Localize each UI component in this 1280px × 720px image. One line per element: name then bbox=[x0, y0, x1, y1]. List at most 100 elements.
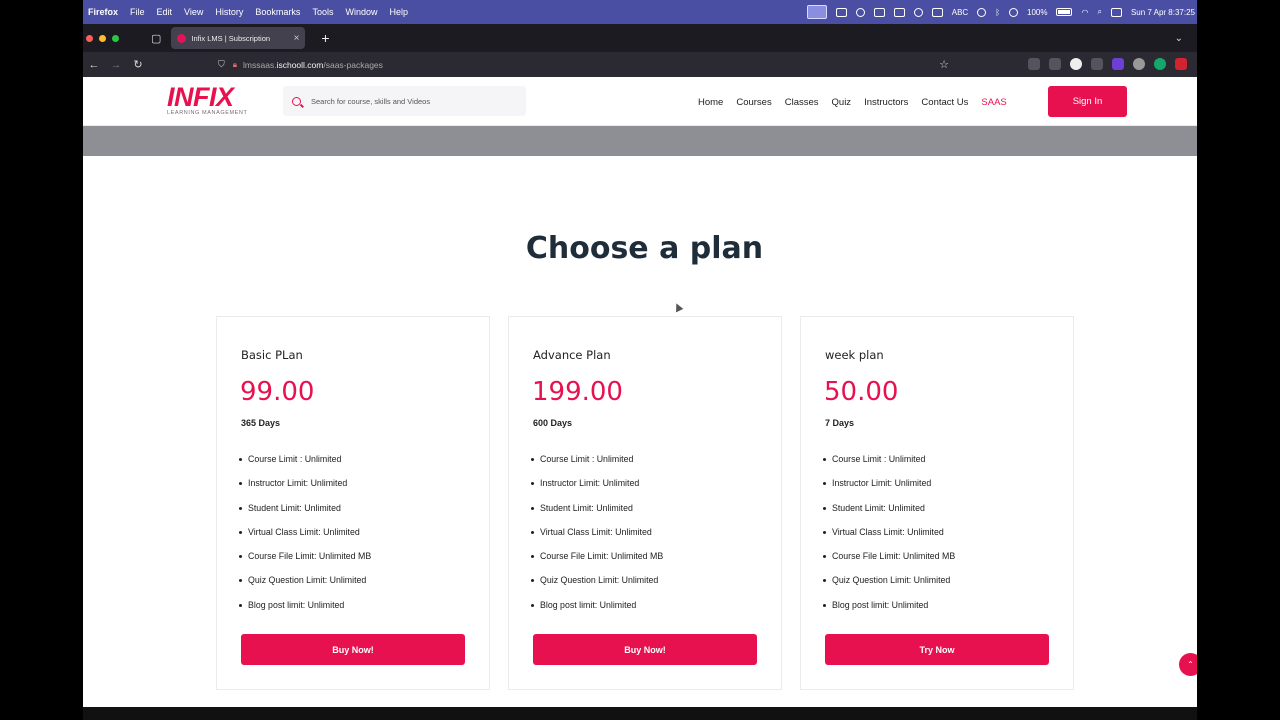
camera-icon[interactable] bbox=[835, 7, 847, 17]
feature-item: Student Limit: Unlimited bbox=[823, 503, 955, 527]
bookmark-star-icon[interactable]: ☆ bbox=[939, 58, 949, 71]
moon-icon[interactable] bbox=[977, 7, 987, 17]
nav-instructors[interactable]: Instructors bbox=[864, 97, 908, 108]
back-icon[interactable]: ← bbox=[83, 59, 105, 71]
menu-help[interactable]: Help bbox=[389, 7, 408, 17]
tab-infix-subscription[interactable]: Infix LMS | Subscription × bbox=[171, 27, 306, 49]
menu-tools[interactable]: Tools bbox=[312, 7, 333, 17]
adblock-icon[interactable] bbox=[1175, 58, 1187, 70]
plan-price: 199.00 bbox=[532, 377, 623, 407]
minimize-window-icon[interactable] bbox=[99, 34, 106, 42]
menu-app-name[interactable]: Firefox bbox=[88, 7, 118, 17]
browser-tabbar: ▢ Infix LMS | Subscription × + ⌄ bbox=[83, 24, 1197, 52]
buy-now-button[interactable]: Buy Now! bbox=[241, 634, 465, 665]
menu-edit[interactable]: Edit bbox=[157, 7, 173, 17]
pen-icon[interactable] bbox=[893, 7, 905, 17]
control-center-icon[interactable] bbox=[1110, 7, 1122, 17]
lock-icon[interactable]: 🔒︎ bbox=[233, 60, 237, 70]
account-icon[interactable] bbox=[1070, 58, 1082, 70]
reload-icon[interactable]: ↻ bbox=[127, 58, 149, 71]
plan-features: Course Limit : Unlimited Instructor Limi… bbox=[239, 454, 371, 624]
buy-now-button[interactable]: Buy Now! bbox=[533, 634, 757, 665]
browser-navbar: ← → ↻ ⛉ 🔒︎ lmssaas.ischooll.com/saas-pac… bbox=[83, 52, 1197, 77]
bluetooth-icon[interactable]: ᛒ bbox=[995, 8, 1000, 17]
plan-price: 50.00 bbox=[824, 377, 899, 407]
pocket-icon[interactable] bbox=[1028, 58, 1040, 70]
clock[interactable]: Sun 7 Apr 8:37:25 bbox=[1131, 8, 1195, 17]
feature-item: Instructor Limit: Unlimited bbox=[239, 478, 371, 502]
screen-record-icon[interactable] bbox=[806, 5, 827, 19]
sign-in-button[interactable]: Sign In bbox=[1048, 86, 1127, 117]
url-text[interactable]: lmssaas.ischooll.com/saas-packages bbox=[243, 60, 383, 70]
keyboard-icon[interactable] bbox=[931, 7, 943, 17]
feature-item: Course File Limit: Unlimited MB bbox=[531, 551, 663, 575]
nav-home[interactable]: Home bbox=[698, 97, 723, 108]
download-icon[interactable] bbox=[1049, 58, 1061, 70]
main-nav: Home Courses Classes Quiz Instructors Co… bbox=[698, 97, 1020, 108]
window-bottom-edge bbox=[83, 707, 1197, 720]
search-icon bbox=[292, 96, 301, 106]
window-controls bbox=[83, 34, 119, 42]
play-icon[interactable] bbox=[1009, 7, 1018, 17]
new-tab-button[interactable]: + bbox=[321, 30, 329, 46]
extension-circle-icon[interactable] bbox=[1133, 58, 1145, 70]
plan-name: Advance Plan bbox=[533, 348, 611, 362]
nav-contact-us[interactable]: Contact Us bbox=[921, 97, 968, 108]
battery-percent: 100% bbox=[1027, 7, 1048, 17]
nav-classes[interactable]: Classes bbox=[785, 97, 819, 108]
site-header: INFIX LEARNING MANAGEMENT Home Courses C… bbox=[83, 77, 1197, 126]
whatsapp-icon[interactable] bbox=[855, 7, 865, 17]
mac-menubar: Firefox File Edit View History Bookmarks… bbox=[83, 0, 1197, 24]
nav-saas[interactable]: SAAS bbox=[981, 97, 1006, 108]
plan-duration: 7 Days bbox=[825, 418, 855, 428]
keyboard-layout[interactable]: ABC bbox=[952, 8, 968, 17]
extension-badge-icon[interactable] bbox=[1112, 58, 1124, 70]
site-logo[interactable]: INFIX LEARNING MANAGEMENT bbox=[167, 83, 247, 116]
screen: Firefox File Edit View History Bookmarks… bbox=[0, 0, 1280, 720]
feature-item: Student Limit: Unlimited bbox=[531, 503, 663, 527]
plan-card-basic: Basic PLan 99.00 365 Days Course Limit :… bbox=[216, 316, 490, 690]
plan-features: Course Limit : Unlimited Instructor Limi… bbox=[823, 454, 955, 624]
menu-file[interactable]: File bbox=[130, 7, 145, 17]
search-input[interactable] bbox=[311, 96, 511, 106]
plan-duration: 600 Days bbox=[533, 418, 573, 428]
grammarly-icon[interactable] bbox=[1154, 58, 1166, 70]
menu-view[interactable]: View bbox=[184, 7, 203, 17]
wifi-icon[interactable]: ◠ bbox=[1081, 8, 1088, 17]
feature-item: Instructor Limit: Unlimited bbox=[823, 478, 955, 502]
try-now-button[interactable]: Try Now bbox=[825, 634, 1049, 665]
nav-courses[interactable]: Courses bbox=[736, 97, 771, 108]
address-bar[interactable]: ⛉ 🔒︎ lmssaas.ischooll.com/saas-packages … bbox=[213, 55, 949, 74]
plan-features: Course Limit : Unlimited Instructor Limi… bbox=[531, 454, 663, 624]
forward-icon[interactable]: → bbox=[105, 59, 127, 71]
maximize-window-icon[interactable] bbox=[112, 34, 119, 42]
close-tab-icon[interactable]: × bbox=[294, 33, 300, 44]
logo-subtitle: LEARNING MANAGEMENT bbox=[167, 110, 248, 116]
menu-bookmarks[interactable]: Bookmarks bbox=[255, 7, 300, 17]
chevron-up-icon: ⌃ bbox=[1187, 660, 1194, 669]
logo-mark: INFIX bbox=[167, 82, 234, 112]
menubar-menus: Firefox File Edit View History Bookmarks… bbox=[83, 7, 420, 17]
scroll-to-top-button[interactable]: ⌃ bbox=[1179, 653, 1197, 676]
search-box[interactable] bbox=[283, 86, 526, 116]
feature-item: Student Limit: Unlimited bbox=[239, 503, 371, 527]
tab-overview-icon[interactable]: ▢ bbox=[151, 32, 161, 45]
check-icon[interactable] bbox=[913, 7, 923, 17]
tab-title: Infix LMS | Subscription bbox=[191, 33, 271, 43]
app-icon[interactable] bbox=[873, 7, 885, 17]
menu-history[interactable]: History bbox=[215, 7, 243, 17]
feature-item: Quiz Question Limit: Unlimited bbox=[531, 575, 663, 599]
battery-icon[interactable] bbox=[1056, 8, 1073, 16]
close-window-icon[interactable] bbox=[86, 34, 93, 42]
list-tabs-icon[interactable]: ⌄ bbox=[1175, 33, 1183, 44]
feature-item: Quiz Question Limit: Unlimited bbox=[239, 575, 371, 599]
extensions-icon[interactable] bbox=[1091, 58, 1103, 70]
feature-item: Blog post limit: Unlimited bbox=[531, 600, 663, 624]
feature-item: Course Limit : Unlimited bbox=[239, 454, 371, 478]
menu-window[interactable]: Window bbox=[345, 7, 377, 17]
plan-price: 99.00 bbox=[240, 377, 315, 407]
tracking-shield-icon[interactable]: ⛉ bbox=[218, 59, 225, 70]
spotlight-icon[interactable]: ⌕ bbox=[1097, 7, 1101, 17]
feature-item: Course File Limit: Unlimited MB bbox=[239, 551, 371, 575]
nav-quiz[interactable]: Quiz bbox=[832, 97, 852, 108]
